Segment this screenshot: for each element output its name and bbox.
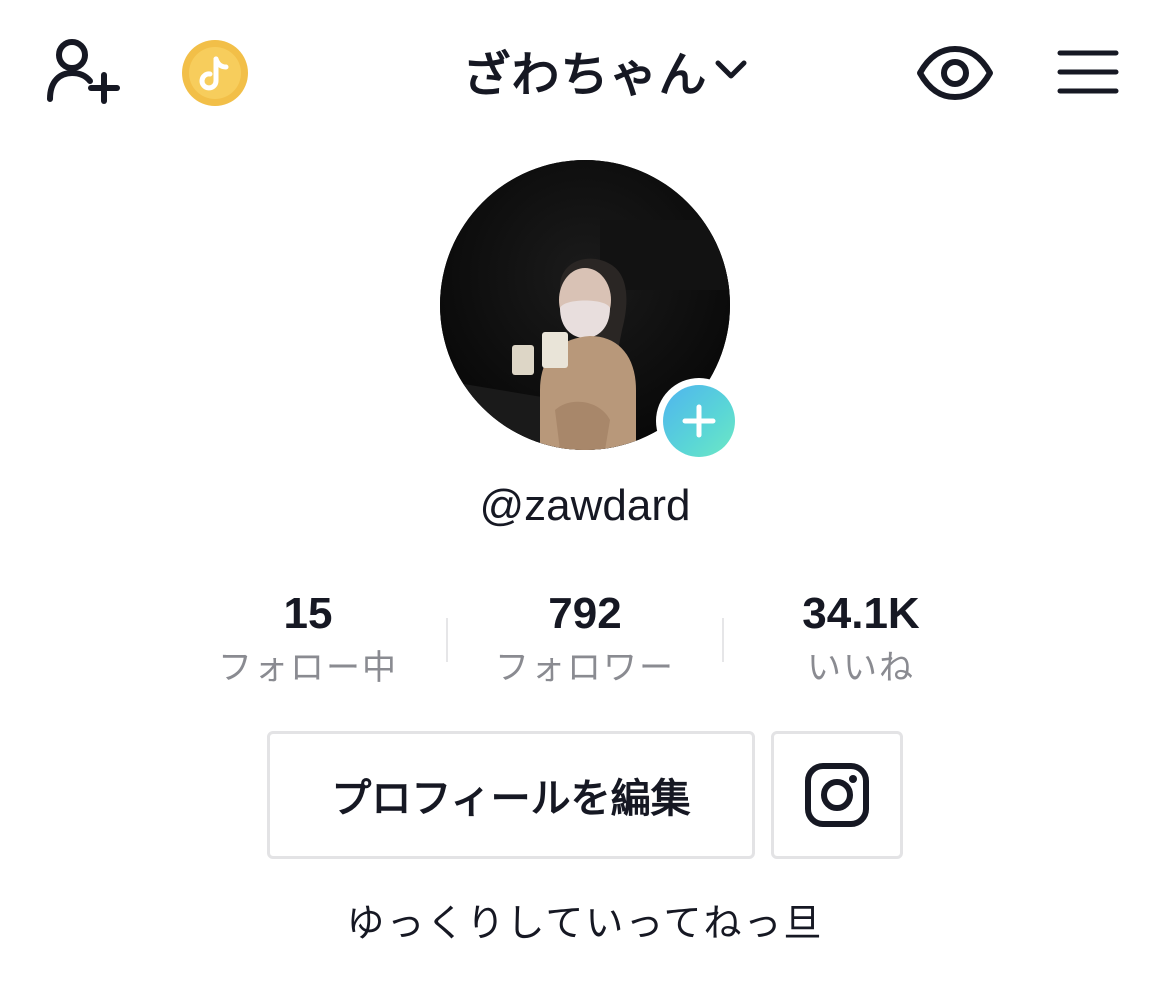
hamburger-menu-icon xyxy=(1057,50,1119,94)
account-switcher[interactable]: ざわちゃん xyxy=(440,30,770,110)
instagram-button[interactable] xyxy=(771,731,903,859)
plus-icon xyxy=(682,404,716,438)
followers-count: 792 xyxy=(548,589,622,638)
stat-divider xyxy=(722,618,724,662)
profile-bio: ゆっくりしていってねっ旦 xyxy=(346,901,824,945)
followers-stat[interactable]: 792 フォロワー xyxy=(455,586,715,694)
following-stat[interactable]: 15 フォロー中 xyxy=(178,586,438,694)
profile-handle: @zawdard xyxy=(479,481,691,530)
add-friend-button[interactable] xyxy=(40,32,128,108)
coin-button[interactable] xyxy=(178,36,252,110)
stat-divider xyxy=(446,618,448,662)
add-avatar-button[interactable] xyxy=(656,378,742,464)
likes-stat[interactable]: 34.1K いいね xyxy=(731,586,991,694)
edit-profile-button[interactable]: プロフィールを編集 xyxy=(267,731,755,859)
following-count: 15 xyxy=(283,589,333,638)
likes-label: いいね xyxy=(807,648,915,688)
menu-button[interactable] xyxy=(1052,40,1124,104)
eye-icon xyxy=(917,46,993,100)
tiktok-coin-icon xyxy=(182,40,248,106)
profile-views-button[interactable] xyxy=(914,36,996,110)
account-username: ざわちゃん xyxy=(462,47,708,103)
chevron-down-icon xyxy=(715,60,746,79)
following-label: フォロー中 xyxy=(218,648,398,688)
add-user-icon xyxy=(47,39,120,104)
instagram-icon xyxy=(805,763,869,827)
likes-count: 34.1K xyxy=(802,589,920,638)
followers-label: フォロワー xyxy=(495,648,675,688)
